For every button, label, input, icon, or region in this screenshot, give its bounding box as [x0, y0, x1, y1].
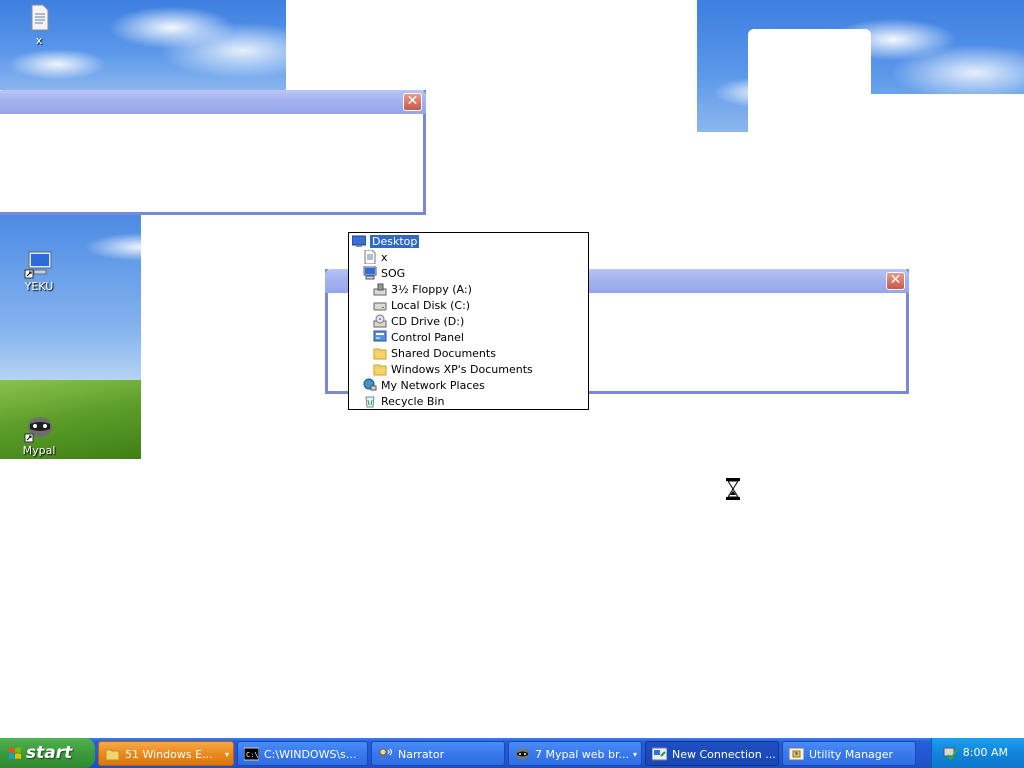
tree-item-network-places[interactable]: My Network Places [363, 378, 485, 394]
tree-item-sog[interactable]: SOG [363, 266, 405, 282]
title-bar[interactable]: ✕ [0, 90, 426, 114]
taskbar-button-label: 51 Windows E... [125, 748, 213, 761]
tree-item-x[interactable]: x [363, 250, 388, 266]
close-button[interactable]: ✕ [403, 93, 422, 111]
narrator-icon [379, 748, 392, 760]
tree-item-label: Recycle Bin [381, 395, 445, 408]
blank-region [748, 29, 871, 132]
tree-item-label: Control Panel [391, 331, 464, 344]
taskbar-button-label: C:\WINDOWS\s... [264, 748, 357, 761]
taskbar-button-windows-explorer[interactable]: 51 Windows E... ▾ [98, 741, 234, 766]
taskbar-button-narrator[interactable]: Narrator [371, 741, 505, 766]
safely-remove-icon[interactable] [942, 745, 958, 761]
taskbar-button-label: New Connection ... [672, 748, 776, 761]
text-document-icon [31, 4, 49, 31]
close-button[interactable]: ✕ [886, 272, 905, 290]
tree-item-recycle-bin[interactable]: Recycle Bin [363, 394, 444, 410]
folder-tree-dropdown[interactable]: Desktop x SOG 3½ Floppy (A:) Local Disk … [348, 232, 589, 410]
taskbar: start 51 Windows E... ▾ C:\ C:\WINDOWS\s… [0, 738, 1024, 768]
svg-text:C:\: C:\ [246, 751, 259, 759]
my-computer-icon [363, 266, 377, 280]
desktop-icon-mypal[interactable]: Mypal [14, 412, 64, 457]
tree-item-floppy[interactable]: 3½ Floppy (A:) [373, 282, 472, 298]
tree-item-control-panel[interactable]: Control Panel [373, 330, 464, 346]
cd-drive-icon [373, 314, 387, 328]
group-arrow-icon: ▾ [224, 750, 229, 759]
hard-disk-icon [373, 302, 387, 311]
tree-item-label: Local Disk (C:) [391, 299, 471, 312]
command-prompt-icon: C:\ [244, 747, 259, 761]
tree-item-cd-drive[interactable]: CD Drive (D:) [373, 314, 464, 330]
dialog-window-top-left: ✕ [0, 90, 426, 215]
blank-region [871, 94, 1024, 132]
tree-item-desktop[interactable]: Desktop [352, 234, 420, 250]
network-places-icon [363, 378, 377, 391]
tree-item-label: Desktop [370, 235, 420, 248]
folder-icon [105, 749, 120, 761]
blank-window-region [286, 0, 697, 92]
tree-item-label: x [381, 251, 388, 264]
tree-item-label: 3½ Floppy (A:) [391, 283, 472, 296]
desktop-icon-label: x [35, 34, 43, 47]
tree-item-shared-documents[interactable]: Shared Documents [373, 346, 496, 362]
system-tray: 8:00 AM [931, 738, 1024, 768]
tree-item-xp-documents[interactable]: Windows XP's Documents [373, 362, 533, 378]
recycle-bin-icon [365, 396, 375, 408]
computer-shortcut-icon [24, 251, 52, 279]
windows-flag-icon [9, 747, 21, 759]
tree-item-local-disk[interactable]: Local Disk (C:) [373, 298, 470, 314]
tree-item-label: CD Drive (D:) [391, 315, 465, 328]
taskbar-button-label: Utility Manager [809, 748, 894, 761]
group-arrow-icon: ▾ [632, 750, 637, 759]
raccoon-shortcut-icon [24, 417, 52, 443]
raccoon-icon [516, 748, 529, 760]
start-button[interactable]: start [0, 738, 95, 768]
start-label: start [26, 743, 73, 763]
utility-manager-icon [789, 747, 804, 761]
taskbar-button-new-connection[interactable]: New Connection ... [645, 741, 779, 766]
desktop-icon-x[interactable]: x [14, 2, 64, 47]
folder-icon [373, 364, 387, 376]
clock[interactable]: 8:00 AM [963, 738, 1008, 768]
floppy-drive-icon [373, 283, 387, 296]
desktop-icon [352, 235, 366, 247]
desktop-wallpaper-fragment-sky [0, 213, 141, 383]
new-connection-icon [652, 747, 667, 761]
desktop-icon-yeku[interactable]: YEKU [14, 248, 64, 293]
folder-icon [373, 348, 387, 360]
tree-item-label: SOG [381, 267, 406, 280]
taskbar-button-command-prompt[interactable]: C:\ C:\WINDOWS\s... [237, 741, 368, 766]
taskbar-button-utility-manager[interactable]: Utility Manager [782, 741, 916, 766]
tree-item-label: Windows XP's Documents [391, 363, 533, 376]
control-panel-icon [373, 330, 387, 342]
desktop-icon-label: YEKU [24, 280, 54, 293]
tree-item-label: Shared Documents [391, 347, 496, 360]
taskbar-button-label: 7 Mypal web br... [535, 748, 629, 761]
document-icon [364, 250, 376, 264]
tree-item-label: My Network Places [381, 379, 485, 392]
hourglass-cursor-icon [726, 478, 740, 500]
desktop-icon-label: Mypal [22, 444, 56, 457]
taskbar-button-mypal[interactable]: 7 Mypal web br... ▾ [508, 741, 642, 766]
taskbar-button-label: Narrator [398, 748, 445, 761]
